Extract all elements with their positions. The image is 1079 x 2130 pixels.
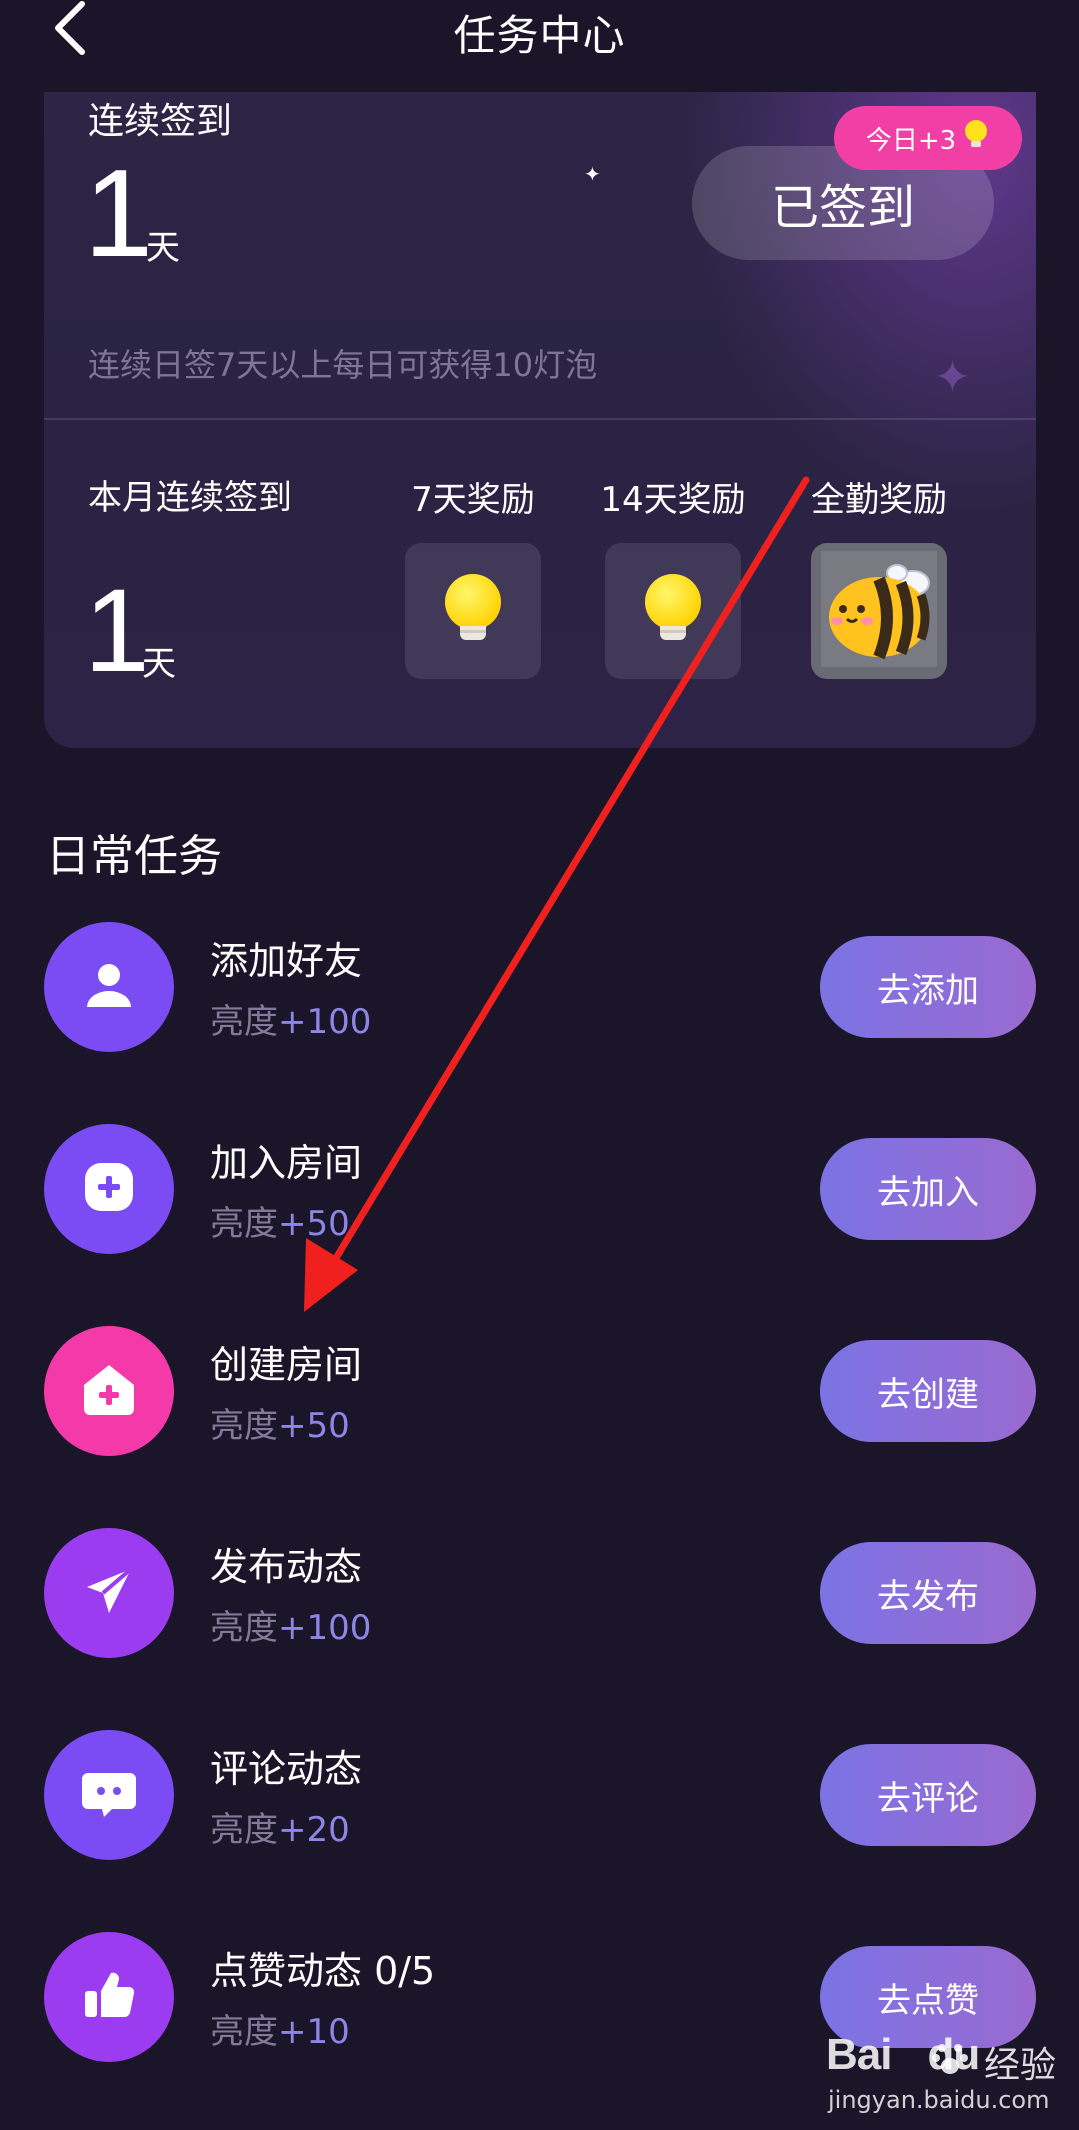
today-bonus-text: 今日+3 [865, 125, 957, 156]
reward-7-days[interactable]: 7天奖励 [388, 472, 558, 679]
task-reward: 亮度+20 [210, 1802, 350, 1851]
month-streak-label: 本月连续签到 [88, 478, 292, 518]
reward-key: 亮度 [210, 1608, 278, 1648]
task-icon [44, 1730, 174, 1860]
reward-label: 14天奖励 [600, 480, 746, 520]
create-room-button[interactable]: 去创建 [820, 1340, 1036, 1442]
reward-value: +100 [278, 1002, 372, 1042]
reward-value: +100 [278, 1608, 372, 1648]
send-icon [79, 1561, 139, 1625]
task-row: 添加好友 亮度+100 去添加 [44, 922, 1036, 1052]
reward-value: +50 [278, 1406, 350, 1446]
reward-key: 亮度 [210, 1002, 278, 1042]
lightbulb-icon [962, 119, 990, 158]
task-row: 加入房间 亮度+50 去加入 [44, 1124, 1036, 1254]
task-name: 添加好友 [210, 939, 363, 983]
streak-tip: 连续日签7天以上每日可获得10灯泡 [88, 346, 598, 384]
lightbulb-icon [438, 572, 508, 650]
reward-14-days[interactable]: 14天奖励 [588, 472, 758, 679]
task-reward: 亮度+50 [210, 1398, 350, 1447]
task-row: 点赞动态 0/5 亮度+10 去点赞 [44, 1932, 1036, 2062]
divider [44, 418, 1036, 420]
add-room-icon [79, 1157, 139, 1221]
task-icon [44, 1326, 174, 1456]
task-name: 加入房间 [210, 1141, 363, 1185]
reward-box [605, 543, 741, 679]
person-icon [81, 957, 137, 1017]
task-icon [44, 1124, 174, 1254]
task-icon [44, 1932, 174, 2062]
month-streak-count: 1 [84, 565, 150, 697]
comment-icon [78, 1763, 140, 1827]
streak-unit: 天 [146, 228, 180, 268]
task-reward: 亮度+10 [210, 2004, 350, 2053]
task-row: 创建房间 亮度+50 去创建 [44, 1326, 1036, 1456]
top-bar: 任务中心 [0, 0, 1079, 92]
reward-key: 亮度 [210, 1204, 278, 1244]
streak-count: 1 [84, 145, 153, 283]
add-friend-button[interactable]: 去添加 [820, 936, 1036, 1038]
daily-tasks-title: 日常任务 [46, 831, 222, 882]
like-post-button[interactable]: 去点赞 [820, 1946, 1036, 2048]
streak-label: 连续签到 [88, 101, 233, 142]
task-name: 创建房间 [210, 1343, 363, 1387]
comment-post-button[interactable]: 去评论 [820, 1744, 1036, 1846]
reward-key: 亮度 [210, 2012, 278, 2052]
task-reward: 亮度+100 [210, 1600, 371, 1649]
reward-full-attendance[interactable]: 全勤奖励 [794, 472, 964, 679]
sparkle-icon: ✦ [934, 352, 971, 403]
signin-card: 连续签到 1 天 ✦ ✦ 已签到 今日+3 连续日签7天以上每日可获得10灯泡 … [44, 92, 1036, 748]
reward-label: 7天奖励 [411, 480, 535, 520]
house-plus-icon [78, 1359, 140, 1423]
thumbs-up-icon [79, 1965, 139, 2029]
task-reward: 亮度+50 [210, 1196, 350, 1245]
reward-box [811, 543, 947, 679]
task-name: 发布动态 [210, 1545, 363, 1589]
task-name: 点赞动态 0/5 [210, 1949, 436, 1993]
publish-post-button[interactable]: 去发布 [820, 1542, 1036, 1644]
reward-key: 亮度 [210, 1406, 278, 1446]
reward-key: 亮度 [210, 1810, 278, 1850]
task-icon [44, 922, 174, 1052]
join-room-button[interactable]: 去加入 [820, 1138, 1036, 1240]
reward-box [405, 543, 541, 679]
reward-value: +10 [278, 2012, 350, 2052]
bee-icon [817, 547, 941, 675]
signed-in-label: 已签到 [770, 180, 915, 236]
watermark-url: jingyan.baidu.com [828, 2086, 1050, 2114]
task-icon [44, 1528, 174, 1658]
sparkle-icon: ✦ [584, 162, 601, 186]
today-bonus-badge: 今日+3 [834, 106, 1022, 170]
task-row: 发布动态 亮度+100 去发布 [44, 1528, 1036, 1658]
lightbulb-icon [638, 572, 708, 650]
reward-value: +50 [278, 1204, 350, 1244]
month-streak-unit: 天 [142, 644, 176, 684]
task-reward: 亮度+100 [210, 994, 371, 1043]
task-row: 评论动态 亮度+20 去评论 [44, 1730, 1036, 1860]
reward-label: 全勤奖励 [811, 480, 947, 520]
reward-value: +20 [278, 1810, 350, 1850]
task-name: 评论动态 [210, 1747, 363, 1791]
page-title: 任务中心 [453, 11, 626, 60]
